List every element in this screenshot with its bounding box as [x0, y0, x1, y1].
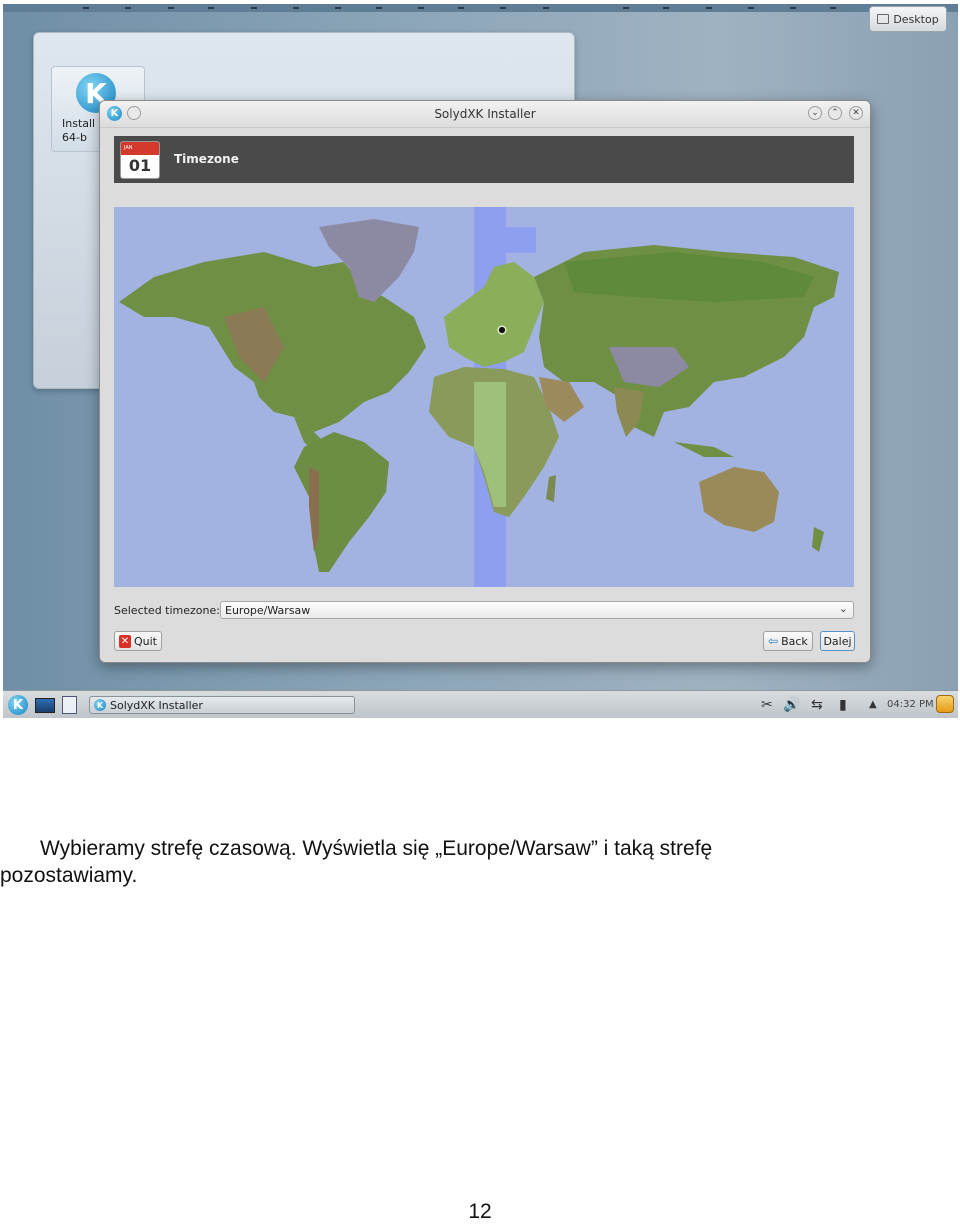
chevron-down-icon: ⌄ [838, 602, 848, 615]
timezone-map[interactable] [114, 207, 854, 587]
quit-button[interactable]: ✕ Quit [114, 631, 162, 651]
calendar-month: JAN [121, 142, 159, 155]
back-button[interactable]: ⇦ Back [763, 631, 813, 651]
screenshot: Desktop K Install S 64-b K SolydXK Insta… [3, 4, 958, 718]
step-title: Timezone [174, 152, 239, 166]
file-manager-icon [61, 696, 77, 714]
desktop-button[interactable]: Desktop [869, 6, 947, 32]
volume-icon[interactable]: 🔊 [783, 697, 800, 713]
minimize-icon[interactable]: ⌄ [808, 106, 822, 120]
notifications-icon[interactable] [936, 695, 954, 713]
caption-line-2: pozostawiamy. [0, 864, 138, 887]
battery-icon[interactable]: ▮ [839, 697, 847, 713]
back-button-label: Back [781, 634, 808, 648]
scissors-icon[interactable]: ✂ [761, 697, 773, 713]
selected-timezone-label: Selected timezone: [114, 604, 220, 617]
app-launcher-button[interactable]: K [7, 694, 29, 716]
window-titlebar[interactable]: K SolydXK Installer ⌄ ⌃ ✕ [100, 101, 870, 128]
desktop-monitor-icon [35, 697, 55, 713]
clock[interactable]: 04:32 PM [887, 699, 934, 710]
installer-window: K SolydXK Installer ⌄ ⌃ ✕ JAN 01 Timezon… [99, 100, 871, 663]
taskbar-task-label: SolydXK Installer [110, 698, 203, 712]
back-arrow-icon: ⇦ [768, 634, 779, 648]
window-title: SolydXK Installer [434, 107, 536, 121]
close-icon[interactable]: ✕ [849, 106, 863, 120]
desktop-icon [877, 14, 890, 24]
installer-task-icon: K [94, 699, 106, 711]
timezone-select-value: Europe/Warsaw [225, 604, 311, 617]
quit-button-label: Quit [134, 634, 157, 648]
kde-launcher-icon: K [8, 695, 28, 715]
timezone-row: Selected timezone: Europe/Warsaw ⌄ [114, 599, 854, 623]
up-arrow-icon[interactable]: ▲ [869, 699, 877, 710]
caption-line-1: Wybieramy strefę czasową. Wyświetla się … [40, 837, 713, 860]
show-desktop-button[interactable] [35, 694, 55, 716]
maximize-icon[interactable]: ⌃ [828, 106, 842, 120]
taskbar-task-installer[interactable]: K SolydXK Installer [89, 696, 355, 714]
timezone-highlight-top [506, 227, 536, 253]
selected-city-marker [499, 327, 505, 333]
desktop-button-label: Desktop [893, 12, 939, 26]
calendar-day: 01 [128, 156, 152, 175]
next-button-label: Dalej [823, 634, 852, 648]
top-panel-strip [3, 4, 958, 12]
quit-icon: ✕ [119, 634, 131, 648]
timezone-select[interactable]: Europe/Warsaw ⌄ [220, 601, 854, 619]
file-manager-button[interactable] [61, 694, 77, 716]
taskbar: K K SolydXK Installer ✂ 🔊 ⇆ ▮ ▲ 04:32 PM [3, 690, 958, 718]
page-number: 12 [468, 1200, 492, 1223]
world-map-graphic [114, 207, 854, 587]
step-header: JAN 01 Timezone [114, 136, 854, 183]
network-icon[interactable]: ⇆ [811, 697, 823, 713]
next-button[interactable]: Dalej [820, 631, 855, 651]
calendar-icon: JAN 01 [120, 141, 160, 179]
caption: Wybieramy strefę czasową. Wyświetla się … [0, 835, 940, 889]
